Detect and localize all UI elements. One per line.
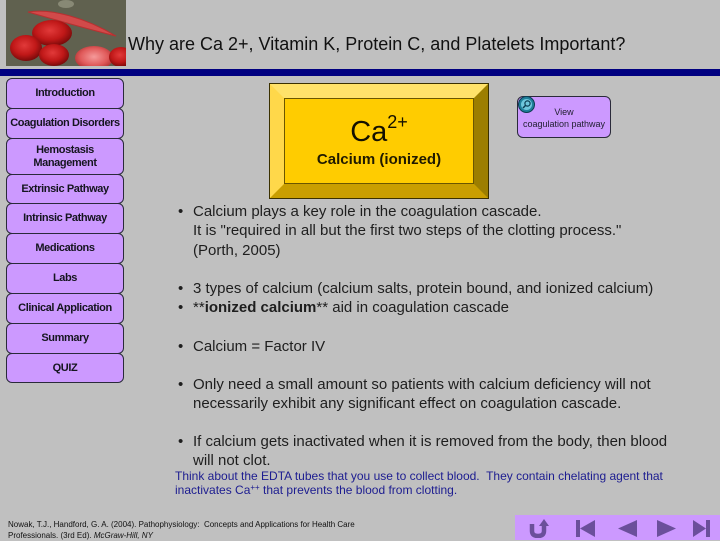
view-button-label-line2: coagulation pathway — [522, 119, 606, 129]
note-line: Think about the EDTA tubes that you use … — [175, 469, 663, 483]
citation-publisher: McGraw-Hill, NY — [93, 531, 153, 540]
return-icon[interactable] — [529, 519, 551, 538]
edta-note: Think about the EDTA tubes that you use … — [175, 469, 663, 497]
calcium-symbol-text: Ca — [350, 116, 388, 148]
note-superscript: ++ — [250, 483, 260, 492]
bullet-line: (Porth, 2005) — [193, 241, 281, 259]
calcium-charge: 2+ — [387, 112, 408, 132]
bullet-glyph: • — [178, 299, 184, 316]
note-text: inactivates Ca — [175, 483, 251, 497]
bullet-line-rest: ** aid in coagulation cascade — [316, 299, 510, 316]
sidebar-item-clinical-application[interactable]: Clinical Application — [6, 293, 124, 324]
blood-cells-image — [6, 0, 133, 70]
calcium-feature-face: Ca2+ Calcium (ionized) — [284, 98, 474, 184]
sidebar-item-summary[interactable]: Summary — [6, 323, 124, 354]
bullet-line: will not clot. — [193, 452, 271, 470]
bullet-glyph: • — [178, 433, 184, 450]
previous-slide-icon[interactable] — [617, 520, 637, 537]
bullet-line: **ionized calcium** aid in coagulation c… — [193, 298, 509, 317]
bullet-line: Calcium = Factor IV — [193, 338, 326, 355]
bullet-glyph: • — [178, 376, 184, 393]
sidebar-item-introduction[interactable]: Introduction — [6, 78, 124, 109]
sidebar-item-hemostasis-management[interactable]: Hemostasis Management — [6, 138, 124, 175]
page-title: Why are Ca 2+, Vitamin K, Protein C, and… — [128, 34, 626, 54]
note-text: that prevents the blood from clotting. — [259, 483, 458, 497]
sidebar-item-labs[interactable]: Labs — [6, 263, 124, 294]
sidebar-item-medications[interactable]: Medications — [6, 233, 124, 264]
note-line: inactivates Ca++ that prevents the blood… — [175, 483, 663, 497]
title-divider — [0, 69, 720, 76]
citation-line: Nowak, T.J., Handford, G. A. (2004). Pat… — [8, 520, 355, 529]
bullet-glyph: • — [178, 280, 184, 297]
sidebar-item-extrinsic-pathway[interactable]: Extrinsic Pathway — [6, 174, 124, 204]
calcium-caption: Calcium (ionized) — [316, 151, 442, 168]
bullet-line: It is "required in all but the first two… — [193, 222, 622, 240]
bullet-line: necessarily exhibit any significant effe… — [193, 395, 622, 413]
calcium-feature-box: Ca2+ Calcium (ionized) — [269, 83, 489, 199]
emphasis-marker: ** — [193, 299, 205, 316]
view-button-label-line1: View — [554, 107, 574, 117]
last-slide-icon[interactable] — [693, 520, 713, 537]
next-slide-icon[interactable] — [657, 520, 677, 537]
view-coagulation-pathway-button[interactable]: View coagulation pathway — [517, 96, 611, 138]
first-slide-icon[interactable] — [575, 520, 595, 537]
citation: Nowak, T.J., Handford, G. A. (2004). Pat… — [8, 519, 355, 541]
calcium-symbol: Ca2+ — [284, 113, 474, 148]
sidebar-item-coagulation-disorders[interactable]: Coagulation Disorders — [6, 108, 124, 139]
bullet-line: 3 types of calcium (calcium salts, prote… — [193, 280, 654, 297]
bullet-line: Calcium plays a key role in the coagulat… — [193, 203, 542, 220]
emphasized-term: ionized calcium — [204, 299, 317, 316]
sidebar-item-intrinsic-pathway[interactable]: Intrinsic Pathway — [6, 203, 124, 234]
bullet-line: If calcium gets inactivated when it is r… — [193, 433, 668, 450]
citation-text: Professionals. (3rd Ed). — [8, 531, 94, 540]
slide-navigation-bar — [515, 515, 720, 540]
sidebar-item-quiz[interactable]: QUIZ — [6, 353, 124, 383]
citation-line: Professionals. (3rd Ed). McGraw-Hill, NY — [8, 530, 355, 541]
header-image — [6, 0, 133, 70]
bullet-glyph: • — [178, 203, 184, 220]
bullet-glyph: • — [178, 338, 184, 355]
bullet-line: Only need a small amount so patients wit… — [193, 376, 651, 393]
